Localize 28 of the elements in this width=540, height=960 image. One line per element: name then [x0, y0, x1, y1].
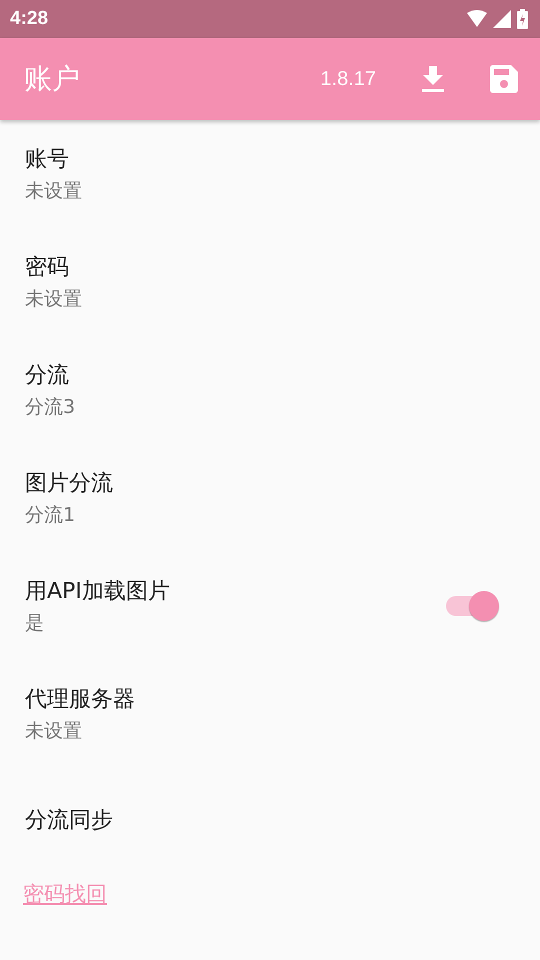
- battery-icon: [517, 9, 528, 29]
- settings-item[interactable]: 分流同步: [0, 768, 540, 872]
- setting-title: 密码: [25, 254, 70, 282]
- setting-summary: 未设置: [25, 179, 83, 204]
- status-time: 4:28: [10, 8, 48, 30]
- settings-item[interactable]: 分流 分流3: [0, 336, 540, 444]
- setting-title: 用API加载图片: [25, 578, 171, 606]
- setting-title: 账号: [25, 146, 70, 174]
- toolbar-title: 账户: [24, 61, 81, 97]
- settings-item[interactable]: 密码 未设置: [0, 228, 540, 336]
- setting-summary: 是: [25, 611, 45, 636]
- setting-title: 分流: [25, 362, 70, 390]
- download-icon[interactable]: [422, 66, 444, 92]
- setting-title: 分流同步: [25, 807, 114, 835]
- settings-item[interactable]: 代理服务器 未设置: [0, 660, 540, 768]
- wifi-icon: [467, 10, 487, 28]
- setting-summary: 分流3: [25, 395, 76, 420]
- setting-summary: 未设置: [25, 719, 83, 744]
- settings-item[interactable]: 账号 未设置: [0, 120, 540, 228]
- setting-summary: 分流1: [25, 503, 76, 528]
- setting-title: 代理服务器: [25, 686, 136, 714]
- version-label: 1.8.17: [320, 68, 376, 90]
- signal-icon: [493, 10, 511, 28]
- settings-item[interactable]: 用API加载图片 是: [0, 552, 540, 660]
- setting-summary: 未设置: [25, 287, 83, 312]
- settings-item[interactable]: 图片分流 分流1: [0, 444, 540, 552]
- save-icon[interactable]: [490, 65, 518, 93]
- setting-title: 图片分流: [25, 470, 114, 498]
